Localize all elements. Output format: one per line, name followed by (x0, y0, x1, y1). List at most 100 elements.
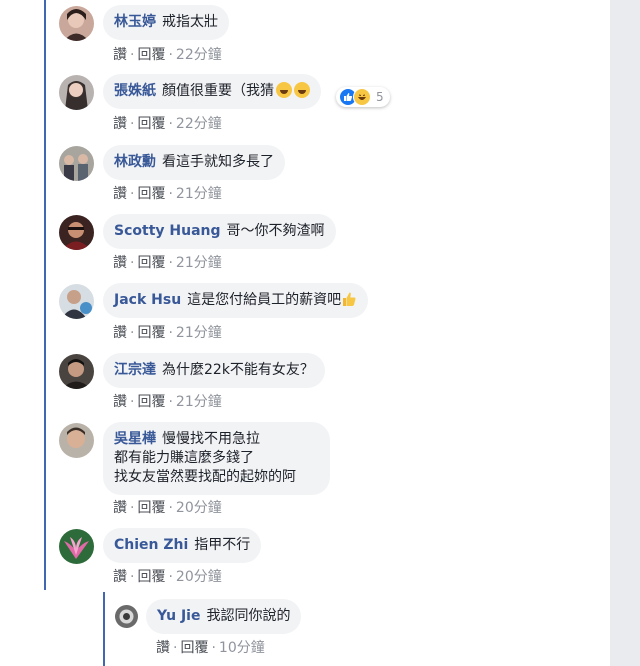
thread-line (44, 0, 46, 590)
comment-actions: 讚 · 回覆 · 20分鐘 (113, 497, 222, 517)
comment-text: 看這手就知多長了 (162, 154, 274, 170)
comment-text: 我認同你說的 (206, 608, 291, 624)
comment-line: 都有能力賺這麼多錢了 (114, 450, 254, 466)
comment-bubble: Jack Hsu 這是您付給員工的薪資吧 (103, 283, 369, 318)
timestamp[interactable]: 22分鐘 (176, 116, 222, 132)
reply-link[interactable]: 回覆 (137, 569, 165, 585)
comment-text: 哥～你不夠渣啊 (226, 223, 325, 239)
avatar[interactable] (59, 354, 94, 389)
avatar[interactable] (59, 146, 94, 181)
comment-author[interactable]: Scotty Huang (114, 223, 221, 239)
timestamp[interactable]: 21分鐘 (176, 325, 222, 341)
comment-text: 為什麼22k不能有女友？ (162, 362, 314, 378)
separator-dot: · (130, 255, 135, 271)
comment-actions: 讚 · 回覆 · 22分鐘 (113, 113, 222, 133)
separator-dot: · (168, 47, 173, 63)
comment-panel: 林玉婷 戒指太壯 讚 · 回覆 · 22分鐘 張姝紙 顏值很重要（我猜 讚 · 回覆 · 22分鐘 … (0, 0, 610, 666)
separator-dot: · (130, 116, 135, 132)
avatar[interactable] (59, 423, 94, 458)
comment-bubble: Yu Jie 我認同你說的 (146, 599, 302, 634)
comment-actions: 讚 · 回覆 · 22分鐘 (113, 44, 222, 64)
comment-author[interactable]: 張姝紙 (114, 83, 156, 99)
separator-dot: · (168, 325, 173, 341)
timestamp[interactable]: 21分鐘 (176, 394, 222, 410)
like-link[interactable]: 讚 (113, 47, 127, 63)
comment-author[interactable]: 林玉婷 (114, 14, 156, 30)
like-link[interactable]: 讚 (113, 325, 127, 341)
separator-dot: · (211, 640, 216, 656)
timestamp[interactable]: 20分鐘 (176, 569, 222, 585)
comment-bubble: Scotty Huang 哥～你不夠渣啊 (103, 214, 336, 249)
haha-icon (353, 88, 371, 106)
comment-author[interactable]: Jack Hsu (114, 292, 181, 308)
reply-thread-line (103, 592, 105, 666)
comment-author[interactable]: 林政勳 (114, 154, 156, 170)
timestamp[interactable]: 21分鐘 (176, 186, 222, 202)
avatar[interactable] (59, 75, 94, 110)
comment-bubble: 江宗達 為什麼22k不能有女友？ (103, 353, 325, 388)
reply-link[interactable]: 回覆 (137, 47, 165, 63)
timestamp[interactable]: 10分鐘 (219, 640, 265, 656)
comment-author[interactable]: 吳星樺 (114, 431, 156, 447)
comment-bubble: Chien Zhi 指甲不行 (103, 528, 262, 563)
timestamp[interactable]: 22分鐘 (176, 47, 222, 63)
comment-author[interactable]: Yu Jie (157, 608, 200, 624)
separator-dot: · (168, 255, 173, 271)
comment-text: 指甲不行 (194, 537, 251, 553)
reply-link[interactable]: 回覆 (137, 255, 165, 271)
reaction-count: 5 (376, 90, 384, 104)
thumbs-up-emoji (341, 291, 357, 307)
comment-actions: 讚 · 回覆 · 21分鐘 (113, 391, 222, 411)
like-link[interactable]: 讚 (113, 116, 127, 132)
avatar[interactable] (59, 529, 94, 564)
comment-bubble: 林玉婷 戒指太壯 (103, 5, 229, 40)
like-link[interactable]: 讚 (113, 186, 127, 202)
timestamp[interactable]: 21分鐘 (176, 255, 222, 271)
like-link[interactable]: 讚 (113, 394, 127, 410)
comment-text: 戒指太壯 (162, 14, 218, 30)
comment-bubble: 張姝紙 顏值很重要（我猜 (103, 74, 321, 109)
separator-dot: · (130, 186, 135, 202)
comment-author[interactable]: 江宗達 (114, 362, 156, 378)
avatar[interactable] (59, 284, 94, 319)
reply-link[interactable]: 回覆 (137, 325, 165, 341)
reply-link[interactable]: 回覆 (180, 640, 208, 656)
avatar[interactable] (59, 6, 94, 41)
reply-link[interactable]: 回覆 (137, 500, 165, 516)
reply-link[interactable]: 回覆 (137, 394, 165, 410)
like-link[interactable]: 讚 (113, 255, 127, 271)
reply-link[interactable]: 回覆 (137, 116, 165, 132)
comment-text: 這是您付給員工的薪資吧 (187, 292, 342, 308)
like-link[interactable]: 讚 (113, 569, 127, 585)
comment-line: 吳星樺 慢慢找不用急拉 (114, 430, 319, 449)
separator-dot: · (130, 394, 135, 410)
comment-author[interactable]: Chien Zhi (114, 537, 188, 553)
comment-actions: 讚 · 回覆 · 10分鐘 (156, 637, 265, 657)
separator-dot: · (130, 569, 135, 585)
separator-dot: · (130, 325, 135, 341)
separator-dot: · (168, 500, 173, 516)
reply-link[interactable]: 回覆 (137, 186, 165, 202)
comment-line: 找女友當然要找配的起妳的阿 (114, 469, 296, 485)
separator-dot: · (173, 640, 178, 656)
comment-bubble: 吳星樺 慢慢找不用急拉 都有能力賺這麼多錢了 找女友當然要找配的起妳的阿 (103, 422, 330, 495)
separator-dot: · (168, 116, 173, 132)
reaction-summary[interactable]: 5 (336, 87, 390, 107)
grinning-face-emoji (276, 82, 292, 98)
separator-dot: · (130, 500, 135, 516)
timestamp[interactable]: 20分鐘 (176, 500, 222, 516)
separator-dot: · (168, 186, 173, 202)
comment-text: 慢慢找不用急拉 (162, 431, 260, 447)
comment-bubble: 林政勳 看這手就知多長了 (103, 145, 285, 180)
like-link[interactable]: 讚 (156, 640, 170, 656)
avatar[interactable] (59, 215, 94, 250)
comment-actions: 讚 · 回覆 · 21分鐘 (113, 252, 222, 272)
comment-actions: 讚 · 回覆 · 21分鐘 (113, 183, 222, 203)
like-link[interactable]: 讚 (113, 500, 127, 516)
separator-dot: · (168, 569, 173, 585)
comment-text: 顏值很重要（我猜 (162, 83, 274, 99)
comment-actions: 讚 · 回覆 · 21分鐘 (113, 322, 222, 342)
avatar[interactable] (115, 605, 138, 628)
grinning-face-emoji (294, 82, 310, 98)
comment-actions: 讚 · 回覆 · 20分鐘 (113, 566, 222, 586)
